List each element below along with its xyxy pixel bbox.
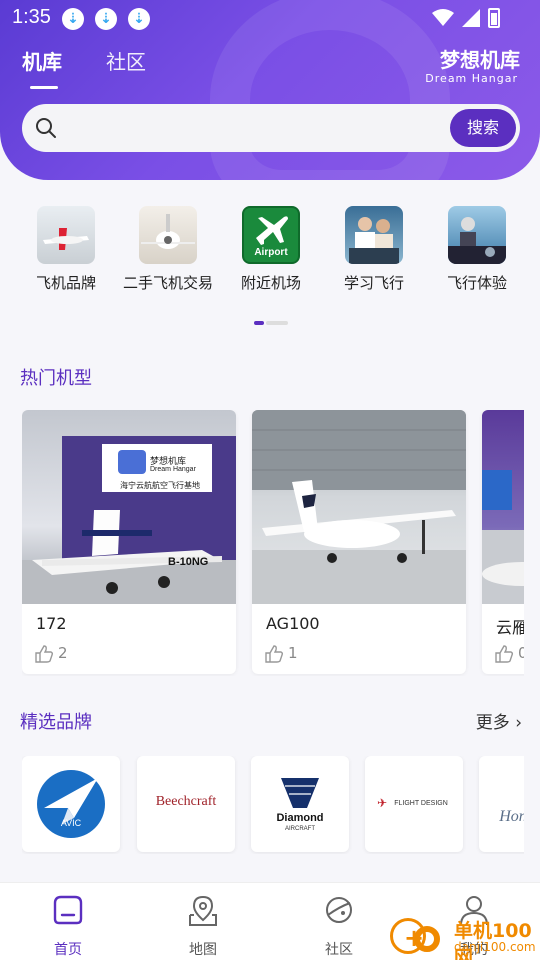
brand-name-en: Dream Hangar — [425, 72, 518, 85]
thumbs-up-icon[interactable] — [494, 644, 514, 664]
featured-brands-title: 精选品牌 — [20, 712, 92, 733]
watermark-url: danji100.com — [454, 940, 536, 954]
airport-thumbnail: Airport — [242, 206, 300, 264]
sign-base-name: 海宁云航航空飞行基地 — [120, 481, 200, 490]
category-label: 学习飞行 — [343, 274, 404, 292]
category-flight-experience[interactable]: 飞行体验 — [425, 200, 529, 293]
brand-text: Hon — [499, 808, 524, 825]
header: 1:35 ⇣ ⇣ ⇣ 机库 社区 梦想机库 Dream Hangar 搜索 — [0, 0, 540, 180]
category-aircraft-brands[interactable]: 飞机品牌 — [14, 200, 118, 293]
category-pager — [254, 321, 288, 325]
pager-dot-active — [254, 321, 264, 325]
more-label: 更多 — [475, 713, 510, 733]
like-count: 1 — [288, 644, 298, 662]
planet-icon — [326, 897, 352, 923]
category-label: 附近机场 — [240, 274, 301, 292]
like-count: 2 — [58, 644, 68, 662]
brand-text: AVIC — [60, 818, 82, 828]
brand-tile-beechcraft[interactable]: Beechcraft — [137, 756, 235, 852]
like-count: 0 — [518, 644, 524, 662]
hot-models-carousel[interactable]: 梦想机库 Dream Hangar 海宁云航航空飞行基地 B-10NG 172 … — [22, 410, 524, 676]
model-name: 172 — [36, 614, 67, 633]
nav-label: 地图 — [189, 942, 217, 958]
avic-logo — [37, 770, 105, 838]
map-pin-icon — [189, 895, 217, 926]
download-icon: ⇣ — [95, 8, 117, 30]
search-bar[interactable]: 搜索 — [22, 104, 520, 152]
pager-dot — [266, 321, 288, 325]
chevron-right-icon: › — [515, 713, 522, 733]
brands-carousel[interactable]: AVIC Beechcraft Diamond AIRCRAFT ✈ FLIGH… — [22, 756, 524, 854]
battery-icon — [488, 8, 500, 28]
category-used-aircraft[interactable]: 二手飞机交易 — [116, 200, 220, 293]
category-label: 飞行体验 — [446, 274, 507, 292]
site-watermark: + 单机100网 danji100.com — [388, 914, 538, 960]
model-name: 云雁 — [496, 618, 524, 637]
tab-underline — [30, 86, 58, 89]
registration-mark: B-10NG — [168, 556, 209, 568]
model-name: AG100 — [266, 614, 320, 633]
brand-tile-flight-design[interactable]: ✈ FLIGHT DESIGN — [365, 756, 463, 852]
wifi-icon — [432, 9, 454, 26]
thumbs-up-icon[interactable] — [264, 644, 284, 664]
aircraft-brands-thumbnail — [37, 206, 95, 264]
status-icons — [432, 8, 500, 28]
search-input[interactable] — [66, 116, 446, 140]
brand-text: Beechcraft — [155, 794, 217, 809]
home-icon — [53, 895, 83, 925]
brand-tile-avic[interactable]: AVIC — [22, 756, 120, 852]
model-card[interactable]: 云雁 0 — [482, 410, 524, 674]
tab-community[interactable]: 社区 — [106, 46, 146, 75]
flight-experience-thumbnail — [448, 206, 506, 264]
signal-icon — [462, 9, 480, 27]
category-nearby-airports[interactable]: Airport 附近机场 — [219, 200, 323, 293]
nav-home[interactable]: 首页 — [18, 893, 118, 959]
search-icon — [36, 118, 56, 138]
search-button[interactable]: 搜索 — [450, 109, 516, 147]
nav-community[interactable]: 社区 — [289, 893, 389, 959]
model-image: 梦想机库 Dream Hangar 海宁云航航空飞行基地 B-10NG — [22, 410, 236, 604]
brand-tile-diamond[interactable]: Diamond AIRCRAFT — [251, 756, 349, 852]
watermark-ring — [414, 926, 440, 952]
status-time: 1:35 — [12, 6, 51, 28]
learn-flying-thumbnail — [345, 206, 403, 264]
brand-subtext: AIRCRAFT — [285, 826, 315, 832]
model-card[interactable]: AG100 1 — [252, 410, 466, 674]
nav-map[interactable]: 地图 — [153, 893, 253, 959]
brand-text: Diamond — [276, 812, 324, 824]
category-row: 飞机品牌 二手飞机交易 Airport 附近机场 学习飞行 飞行体验 — [0, 200, 540, 300]
nav-label: 社区 — [325, 942, 353, 958]
category-label: 飞机品牌 — [35, 274, 96, 292]
model-image — [482, 410, 524, 604]
airport-icon-text: Airport — [254, 247, 288, 258]
brand-name-cn: 梦想机库 — [440, 48, 520, 72]
model-image — [252, 410, 466, 604]
sign-brand-en: Dream Hangar — [150, 466, 196, 473]
download-icon: ⇣ — [128, 8, 150, 30]
brand-text: FLIGHT DESIGN — [394, 800, 448, 807]
brand-tile-honda[interactable]: Hon — [479, 756, 524, 852]
hot-models-title: 热门机型 — [20, 368, 92, 389]
tab-hangar[interactable]: 机库 — [22, 46, 62, 75]
more-brands-link[interactable]: 更多 › — [476, 708, 522, 733]
category-label: 二手飞机交易 — [122, 274, 213, 292]
used-aircraft-thumbnail — [139, 206, 197, 264]
model-card[interactable]: 梦想机库 Dream Hangar 海宁云航航空飞行基地 B-10NG 172 … — [22, 410, 236, 674]
thumbs-up-icon[interactable] — [34, 644, 54, 664]
download-icon: ⇣ — [62, 8, 84, 30]
diamond-logo-mark — [281, 778, 319, 808]
nav-label: 首页 — [54, 942, 82, 958]
category-learn-flying[interactable]: 学习飞行 — [322, 200, 426, 293]
status-bar: 1:35 ⇣ ⇣ ⇣ — [0, 0, 540, 36]
